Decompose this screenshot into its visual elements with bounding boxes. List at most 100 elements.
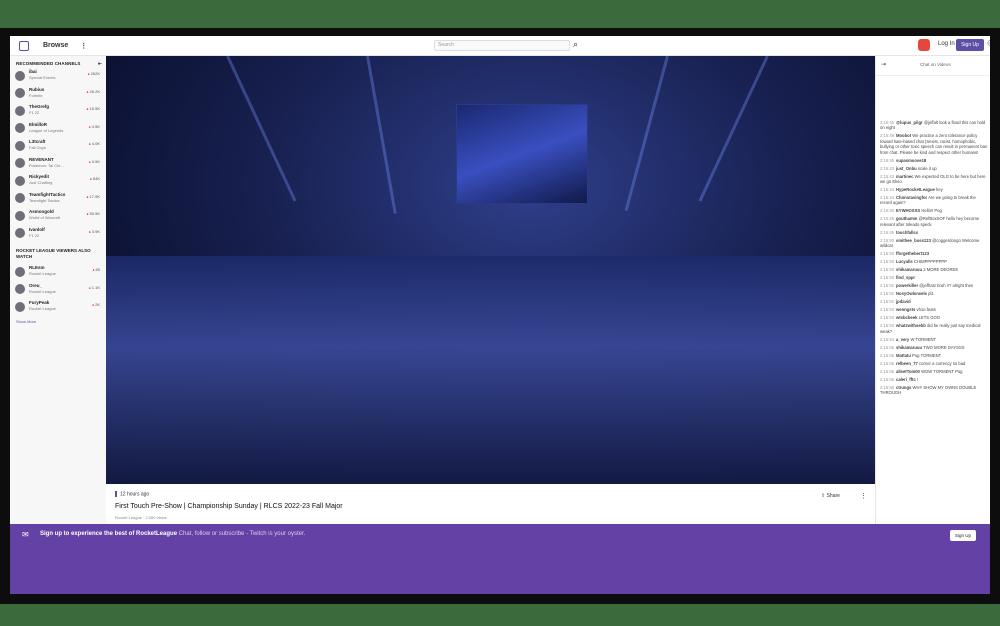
channel-item[interactable]: FuryPeakRocket League 2K bbox=[10, 298, 106, 316]
channel-name: L3tcraft bbox=[29, 139, 46, 144]
channel-item[interactable]: IvanlolfF1 22 3.9K bbox=[10, 225, 106, 243]
signup-button[interactable]: Sign Up bbox=[956, 39, 984, 51]
chat-username[interactable]: just_Onbu bbox=[896, 166, 917, 171]
channel-game: World of Warcraft bbox=[29, 215, 60, 220]
chat-username[interactable]: Chnnotavingfor bbox=[896, 195, 927, 200]
chat-username[interactable]: EYWHOSSS bbox=[896, 208, 920, 213]
chat-username[interactable]: relbeen_77 bbox=[896, 361, 918, 366]
chat-username[interactable]: HypeRocketLeague bbox=[896, 187, 935, 192]
chat-username[interactable]: shikamaruuu bbox=[896, 267, 922, 272]
chat-message: 2:15:50 fforgethebert123 bbox=[880, 251, 988, 256]
channel-item[interactable]: Oreu_Rocket League 1.1K bbox=[10, 281, 106, 299]
share-button[interactable]: ⇧ Share bbox=[821, 493, 840, 499]
chat-username[interactable]: caleri_fftc bbox=[896, 377, 916, 382]
viewer-count: 2K bbox=[92, 302, 100, 307]
chat-username[interactable]: a_very bbox=[896, 337, 909, 342]
channel-item[interactable]: TheGrefgF1 22 16.5K bbox=[10, 102, 106, 120]
stage-light bbox=[226, 56, 297, 202]
channel-name: Oreu_ bbox=[29, 282, 43, 288]
chat-message: 2:15:50 Lucyalls CHIMPPPPPPPP bbox=[880, 259, 988, 264]
chat-timestamp: 2:15:52 bbox=[880, 299, 894, 305]
twitch-logo-icon[interactable] bbox=[19, 40, 29, 51]
banner-signup-button[interactable]: Sign Up bbox=[950, 530, 976, 541]
chat-message: 2:15:55 shikamaruuu TWO MORE DAYSSS bbox=[880, 345, 988, 350]
chat-text: corner a currency so bad bbox=[919, 360, 966, 366]
chat-username[interactable]: Moobot bbox=[896, 133, 911, 138]
channel-game: Just Chatting bbox=[29, 180, 53, 185]
chat-text: vh1e.feats bbox=[916, 307, 936, 313]
chat-text: WHY SHOW MY OWNS DOUBLE THROUGH bbox=[880, 384, 977, 396]
chat-username[interactable]: @lupus_pilgr bbox=[896, 120, 923, 125]
channel-item[interactable]: L3tcraftFall Guys 4.0K bbox=[10, 137, 106, 155]
user-icon[interactable]: ⚇ bbox=[987, 39, 990, 48]
chat-username[interactable]: smithee_boss123 bbox=[896, 238, 931, 243]
chat-timestamp: 2:15:44 bbox=[880, 195, 894, 201]
channel-item[interactable]: ibaiSpecial Events 262K bbox=[10, 67, 106, 85]
chat-message: 2:15:53 wenngsts vh1e.feats bbox=[880, 307, 988, 312]
chat-username[interactable]: martinec bbox=[896, 174, 913, 179]
viewer-count: 17.9K bbox=[86, 194, 100, 199]
chat-text: Hello!! Pog bbox=[921, 208, 942, 214]
chat-timestamp: 2:15:53 bbox=[880, 315, 894, 321]
chat-text: @jeffratz bruh !!? alright then bbox=[919, 283, 974, 289]
avatar bbox=[15, 301, 25, 312]
viewer-count: 1.1K bbox=[89, 285, 100, 290]
chat-username[interactable]: NosyOwlsnsels bbox=[896, 291, 927, 296]
chat-timestamp: 2:15:45 bbox=[880, 157, 894, 163]
chat-username[interactable]: powerkiller bbox=[896, 283, 918, 288]
chat-timestamp: 2:15:56 bbox=[880, 376, 894, 382]
chat-username[interactable]: wtsbcbeek bbox=[896, 315, 917, 320]
chat-username[interactable]: wenngsts bbox=[896, 307, 915, 312]
channel-item[interactable]: RubiusFortnite 26.2K bbox=[10, 85, 106, 103]
banner-text: Sign up to experience the best of Rocket… bbox=[40, 531, 305, 537]
twitch-glitch-icon: ✉ bbox=[22, 530, 29, 539]
chat-username[interactable]: allsetTom00 bbox=[896, 369, 920, 374]
search-icon[interactable]: ⌕ bbox=[573, 39, 578, 50]
channel-item[interactable]: REVENANTPokémon: Tai Chi... 3.5K bbox=[10, 155, 106, 173]
arena-crowd bbox=[106, 256, 875, 484]
chat-username[interactable]: Lucyalls bbox=[896, 259, 913, 264]
chat-messages: 2:15:45 @lupus_pilgr @jeffalt look a floo… bbox=[876, 120, 990, 398]
channel-game: Fortnite bbox=[29, 92, 43, 98]
chat-message: 2:15:52 jpdavid bbox=[880, 299, 988, 304]
collapse-right-icon[interactable]: ⇥ bbox=[881, 61, 886, 68]
chat-message: 2:15:45 EYWHOSSS Hello!! Pog bbox=[880, 208, 988, 213]
search-input[interactable]: Search bbox=[434, 40, 570, 51]
chat-message: 2:15:55 Mattatu Pog TORMENT bbox=[880, 353, 988, 358]
chat-username[interactable]: ctrungs bbox=[896, 385, 911, 390]
chat-username[interactable]: Mattatu bbox=[896, 353, 911, 358]
channel-item[interactable]: RickyeditJust Chatting 64K bbox=[10, 172, 106, 190]
chat-message: 2:15:45 supasmoove18 bbox=[880, 158, 988, 163]
chat-message: 2:15:50 shikamaruuu 2 MORE DEGREE bbox=[880, 267, 988, 272]
chat-username[interactable]: find_sppr bbox=[896, 275, 915, 280]
chat-message: 2:15:55 allsetTom00 WOW TORMENT Pog bbox=[880, 369, 988, 374]
chat-username[interactable]: shikamaruuu bbox=[896, 345, 922, 350]
chat-username[interactable]: fforgethebert123 bbox=[896, 251, 929, 256]
notification-icon[interactable] bbox=[918, 39, 930, 51]
chat-username[interactable]: touchfallsx bbox=[896, 230, 918, 235]
chat-timestamp: 2:15:55 bbox=[880, 360, 894, 366]
chat-username[interactable]: whatzwithsebb bbox=[896, 323, 926, 328]
channel-item[interactable]: ElmilloRLeague of Legends 4.5K bbox=[10, 120, 106, 138]
more-vertical-icon[interactable]: ⋮ bbox=[860, 492, 867, 500]
channel-item[interactable]: TeamfightTacticsTeamfight Tactics 17.9K bbox=[10, 190, 106, 208]
chat-message: 2:15:45 touchfallsx bbox=[880, 230, 988, 235]
chat-timestamp: 2:15:43 bbox=[880, 173, 894, 179]
banner-text-rest: Chat, follow or subscribe - Twitch is yo… bbox=[178, 531, 306, 537]
stream-meta: Rocket League · 2,080 views bbox=[115, 515, 167, 520]
channel-name: ElmilloR bbox=[29, 121, 48, 127]
chat-timestamp: 2:15:53 bbox=[880, 323, 894, 329]
more-vertical-icon[interactable]: ⋮ bbox=[80, 42, 87, 50]
channel-item[interactable]: AsmongoldWorld of Warcraft 50.5K bbox=[10, 207, 106, 225]
chat-username[interactable]: supasmoove18 bbox=[896, 158, 926, 163]
browse-link[interactable]: Browse bbox=[43, 42, 68, 49]
viewer-count: 3.5K bbox=[89, 159, 100, 164]
video-player[interactable] bbox=[106, 56, 875, 484]
login-button[interactable]: Log In bbox=[938, 41, 955, 47]
chat-username[interactable]: gouthamm bbox=[896, 216, 917, 221]
show-more-link[interactable]: Show More bbox=[10, 316, 106, 324]
channel-item[interactable]: RLEsmRocket League 85 bbox=[10, 263, 106, 281]
recommended-channel-list: ibaiSpecial Events 262K RubiusFortnite 26.2… bbox=[10, 67, 106, 242]
stage-light bbox=[624, 56, 669, 211]
chat-username[interactable]: jpdavid bbox=[896, 299, 911, 304]
